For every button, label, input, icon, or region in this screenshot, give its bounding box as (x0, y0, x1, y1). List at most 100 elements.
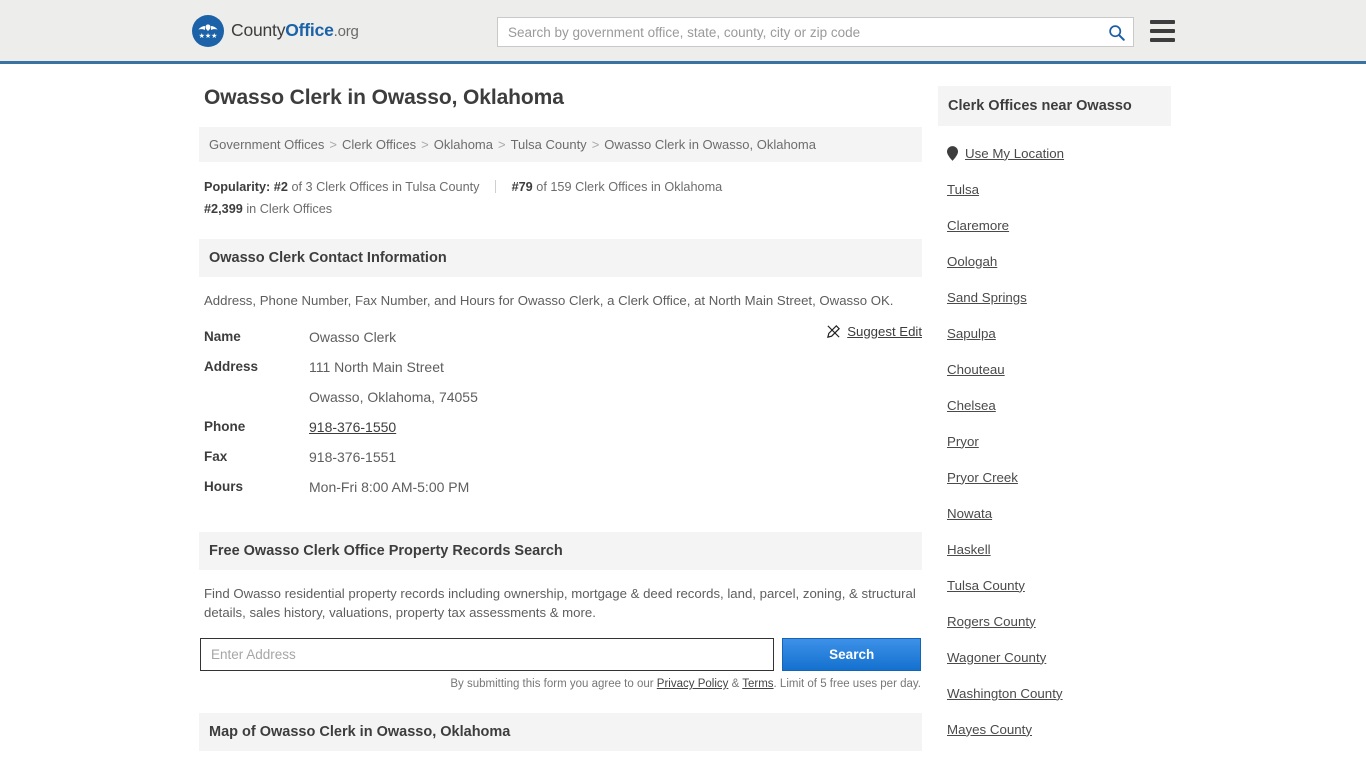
sidebar-list: Use My Location Tulsa Claremore Oologah … (938, 135, 1171, 747)
privacy-policy-link[interactable]: Privacy Policy (657, 678, 729, 690)
search-button[interactable]: Search (782, 638, 921, 671)
sidebar-item-mayes-county[interactable]: Mayes County (938, 711, 1171, 747)
sidebar-item-pryor-creek[interactable]: Pryor Creek (938, 459, 1171, 495)
sidebar-link[interactable]: Mayes County (947, 722, 1032, 737)
suggest-edit-button[interactable]: Suggest Edit (826, 324, 922, 339)
contact-value-phone: 918-376-1550 (309, 412, 396, 442)
sidebar-item-haskell[interactable]: Haskell (938, 531, 1171, 567)
sidebar-link[interactable]: Oologah (947, 254, 997, 269)
popularity-overall-rank: #2,399 (204, 202, 243, 216)
sidebar-item-chelsea[interactable]: Chelsea (938, 387, 1171, 423)
search-icon[interactable] (1099, 18, 1133, 46)
contact-value-fax: 918-376-1551 (309, 449, 397, 465)
breadcrumb-separator: > (329, 137, 337, 152)
logo-text-county: County (231, 20, 286, 40)
property-search-form: Search (199, 638, 922, 671)
contact-key-empty (199, 382, 309, 412)
breadcrumb-item-current: Owasso Clerk in Owasso, Oklahoma (604, 137, 816, 152)
sidebar-link[interactable]: Chouteau (947, 362, 1005, 377)
popularity-overall-text: in Clerk Offices (246, 202, 333, 216)
contact-key-phone: Phone (204, 419, 246, 434)
sidebar-item-use-my-location[interactable]: Use My Location (938, 135, 1171, 171)
sidebar-link[interactable]: Chelsea (947, 398, 996, 413)
edit-pencil-icon (827, 325, 841, 338)
contact-value-address-line1: 111 North Main Street (309, 359, 444, 375)
sidebar-item-wagoner-county[interactable]: Wagoner County (938, 639, 1171, 675)
sidebar-item-tulsa[interactable]: Tulsa (938, 171, 1171, 207)
sidebar-item-sand-springs[interactable]: Sand Springs (938, 279, 1171, 315)
suggest-edit-label[interactable]: Suggest Edit (847, 324, 922, 339)
global-search-box[interactable] (497, 17, 1134, 47)
sidebar-link[interactable]: Nowata (947, 506, 992, 521)
breadcrumb-item-clerk-offices[interactable]: Clerk Offices (342, 137, 416, 152)
hamburger-bar (1150, 38, 1175, 42)
sidebar-item-sapulpa[interactable]: Sapulpa (938, 315, 1171, 351)
logo-stars: ★★★ (198, 33, 218, 40)
sidebar-link[interactable]: Washington County (947, 686, 1063, 701)
disclaimer-prefix: By submitting this form you agree to our (450, 678, 657, 690)
contact-section-heading: Owasso Clerk Contact Information (199, 239, 922, 277)
site-header: ★★★ CountyOffice.org (0, 0, 1366, 64)
property-section-description: Find Owasso residential property records… (204, 586, 916, 620)
sidebar-heading: Clerk Offices near Owasso (938, 86, 1171, 126)
sidebar-link[interactable]: Pryor (947, 434, 979, 449)
table-row: Owasso, Oklahoma, 74055 (199, 382, 922, 412)
breadcrumb-separator: > (591, 137, 600, 152)
sidebar-link[interactable]: Tulsa (947, 182, 979, 197)
table-row: Address 111 North Main Street (199, 352, 922, 382)
logo-wordmark: CountyOffice.org (231, 20, 359, 41)
popularity-stats: Popularity: #2 of 3 Clerk Offices in Tul… (204, 176, 922, 220)
logo-text-org: .org (333, 23, 359, 40)
contact-value-address-line2: Owasso, Oklahoma, 74055 (309, 389, 478, 405)
popularity-state-text: of 159 Clerk Offices in Oklahoma (536, 180, 723, 194)
sidebar-link[interactable]: Haskell (947, 542, 991, 557)
sidebar-item-claremore[interactable]: Claremore (938, 207, 1171, 243)
use-my-location-label[interactable]: Use My Location (965, 146, 1064, 161)
site-logo[interactable]: ★★★ CountyOffice.org (192, 14, 359, 47)
hamburger-bar (1150, 29, 1175, 33)
search-input[interactable] (498, 24, 1099, 40)
sidebar-item-rogers-county[interactable]: Rogers County (938, 603, 1171, 639)
popularity-county-rank: #2 (273, 180, 288, 194)
sidebar-item-oologah[interactable]: Oologah (938, 243, 1171, 279)
sidebar-link[interactable]: Rogers County (947, 614, 1036, 629)
table-row: Hours Mon-Fri 8:00 AM-5:00 PM (199, 472, 922, 502)
sidebar-item-washington-county[interactable]: Washington County (938, 675, 1171, 711)
breadcrumb-item-government-offices[interactable]: Government Offices (209, 137, 324, 152)
contact-key-fax: Fax (204, 449, 228, 464)
sidebar-link[interactable]: Pryor Creek (947, 470, 1018, 485)
map-section-heading: Map of Owasso Clerk in Owasso, Oklahoma (199, 713, 922, 751)
breadcrumb-separator: > (497, 137, 506, 152)
sidebar-item-chouteau[interactable]: Chouteau (938, 351, 1171, 387)
popularity-label: Popularity: (204, 180, 271, 194)
table-row: Name Owasso Clerk (199, 322, 922, 352)
property-section-heading: Free Owasso Clerk Office Property Record… (199, 532, 922, 570)
breadcrumb-item-tulsa-county[interactable]: Tulsa County (511, 137, 587, 152)
address-input[interactable] (200, 638, 775, 671)
breadcrumb-item-oklahoma[interactable]: Oklahoma (434, 137, 493, 152)
popularity-county-text: of 3 Clerk Offices in Tulsa County (291, 180, 480, 194)
page-title: Owasso Clerk in Owasso, Oklahoma (204, 86, 564, 109)
contact-section-description: Address, Phone Number, Fax Number, and H… (204, 293, 894, 308)
contact-value-name: Owasso Clerk (309, 329, 397, 345)
hamburger-menu-icon[interactable] (1150, 20, 1175, 42)
sidebar-link[interactable]: Sand Springs (947, 290, 1027, 305)
sidebar-item-tulsa-county[interactable]: Tulsa County (938, 567, 1171, 603)
sidebar-link[interactable]: Tulsa County (947, 578, 1025, 593)
sidebar-item-nowata[interactable]: Nowata (938, 495, 1171, 531)
phone-link[interactable]: 918-376-1550 (309, 419, 396, 435)
sidebar-item-pryor[interactable]: Pryor (938, 423, 1171, 459)
main-content: Owasso Clerk in Owasso, Oklahoma Governm… (199, 86, 922, 751)
sidebar-link[interactable]: Sapulpa (947, 326, 996, 341)
breadcrumb: Government Offices > Clerk Offices > Oklahom… (199, 127, 922, 162)
sidebar-link[interactable]: Claremore (947, 218, 1009, 233)
disclaimer-suffix: . Limit of 5 free uses per day. (773, 678, 921, 690)
sidebar-link[interactable]: Wagoner County (947, 650, 1046, 665)
contact-key-address: Address (204, 359, 259, 374)
popularity-state-rank: #79 (511, 180, 533, 194)
terms-link[interactable]: Terms (742, 678, 773, 690)
sidebar: Clerk Offices near Owasso Use My Locatio… (938, 86, 1171, 747)
contact-key-name: Name (204, 329, 241, 344)
contact-details-table: Suggest Edit Name Owasso Clerk Address 1… (199, 322, 922, 502)
map-pin-icon (947, 145, 958, 161)
